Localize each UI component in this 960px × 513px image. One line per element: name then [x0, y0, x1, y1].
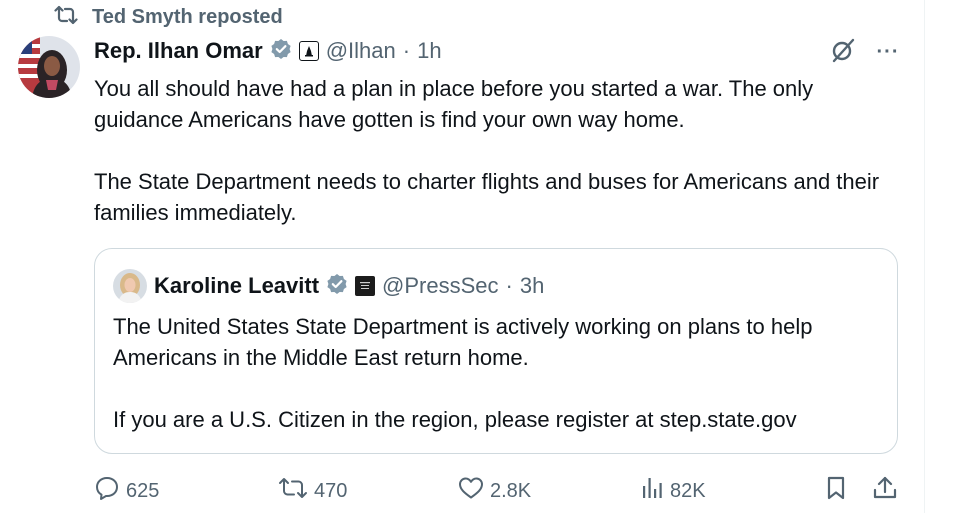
quoted-paragraph: If you are a U.S. Citizen in the region,…	[113, 407, 797, 432]
repost-icon	[278, 476, 308, 506]
author-name[interactable]: Rep. Ilhan Omar	[94, 38, 263, 64]
repost-label: Ted Smyth reposted	[92, 5, 283, 28]
post-time[interactable]: 1h	[417, 38, 441, 64]
author-avatar[interactable]	[18, 36, 80, 98]
quoted-author-name: Karoline Leavitt	[154, 273, 320, 298]
quoted-post-body: The United States State Department is ac…	[113, 311, 883, 435]
post-paragraph: The State Department needs to charter fl…	[94, 169, 880, 225]
repost-count: 470	[314, 479, 348, 502]
reply-count: 625	[126, 479, 160, 502]
meta-separator: ·	[505, 273, 513, 298]
quoted-post-card[interactable]: Karoline Leavitt @PressSec · 3h The Unit…	[94, 248, 898, 454]
heart-icon	[458, 476, 484, 506]
reply-button[interactable]: 625	[94, 474, 159, 508]
white-house-affiliation-icon	[355, 276, 376, 296]
repost-button[interactable]: 470	[278, 474, 347, 508]
repost-context[interactable]: Ted Smyth reposted	[54, 5, 283, 29]
views-count: 82K	[670, 479, 706, 502]
verified-badge-icon	[326, 273, 348, 300]
quoted-post-header: Karoline Leavitt @PressSec · 3h	[113, 269, 544, 303]
share-icon	[872, 475, 898, 507]
bookmark-icon	[824, 475, 848, 507]
views-button[interactable]: 82K	[640, 474, 706, 508]
bookmark-button[interactable]	[824, 474, 848, 508]
post-paragraph: You all should have had a plan in place …	[94, 76, 814, 132]
reply-icon	[94, 475, 120, 507]
capitol-affiliation-icon[interactable]	[298, 41, 319, 61]
quoted-author-handle: @PressSec	[382, 273, 499, 298]
author-handle[interactable]: @Ilhan	[326, 38, 396, 64]
verified-badge-icon[interactable]	[270, 38, 292, 65]
quoted-post-time: 3h	[519, 273, 545, 298]
post-body: You all should have had a plan in place …	[94, 73, 894, 228]
meta-separator: ·	[402, 38, 411, 63]
grok-icon[interactable]	[830, 37, 856, 68]
views-icon	[640, 476, 664, 506]
post-header: Rep. Ilhan Omar @Ilhan · 1h	[94, 36, 442, 66]
more-icon[interactable]: ···	[874, 39, 902, 67]
share-button[interactable]	[872, 474, 898, 508]
quoted-paragraph: The United States State Department is ac…	[113, 314, 813, 370]
timeline-divider	[924, 0, 925, 513]
like-count: 2.8K	[490, 479, 532, 502]
post-top-actions: ···	[830, 37, 902, 68]
repost-icon	[54, 4, 78, 31]
quoted-author-avatar	[113, 269, 147, 303]
post-action-bar: 625 470 2.8K 82K	[94, 474, 900, 508]
like-button[interactable]: 2.8K	[458, 474, 531, 508]
